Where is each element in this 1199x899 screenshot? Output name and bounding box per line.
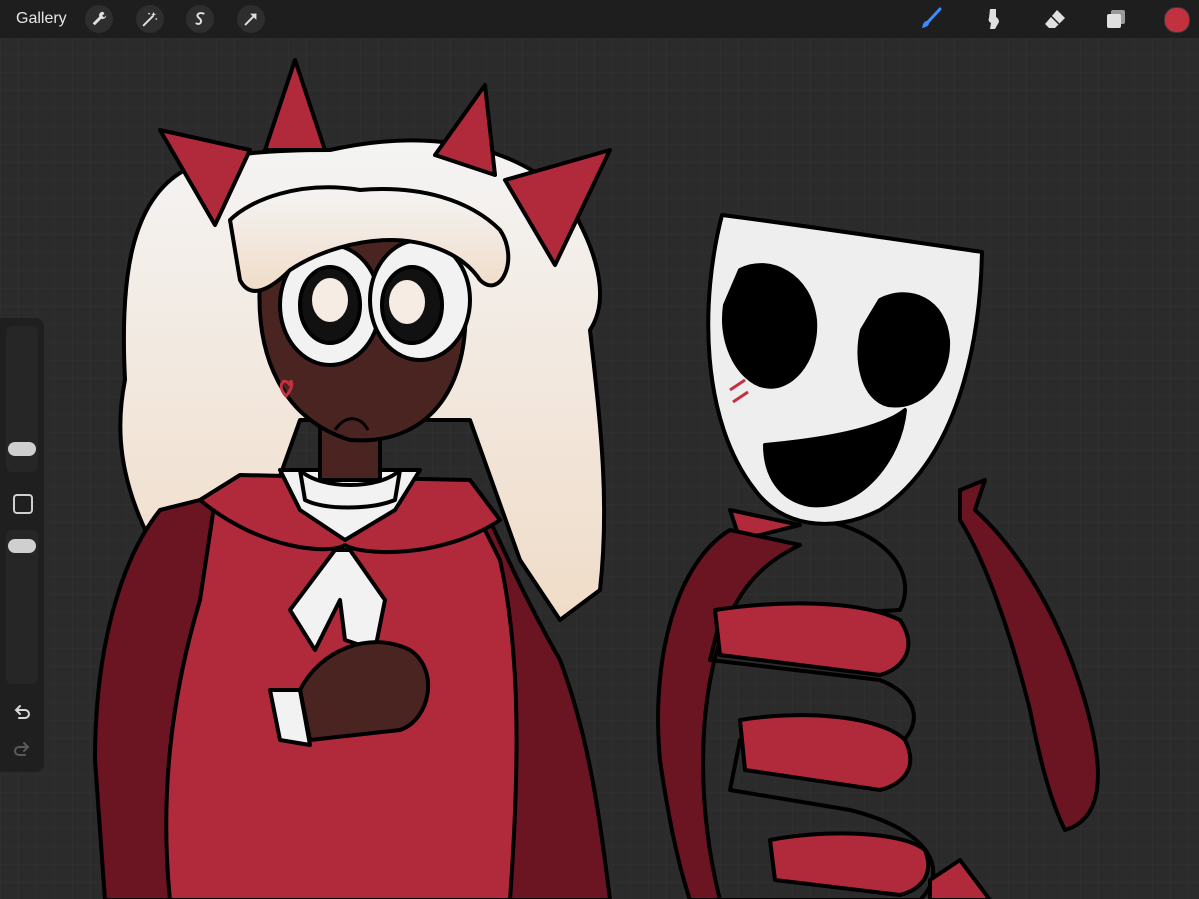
opacity-handle[interactable]: [8, 539, 36, 553]
top-toolbar: Gallery: [0, 0, 1199, 38]
gallery-button[interactable]: Gallery: [16, 10, 67, 28]
modify-button[interactable]: [13, 494, 33, 514]
color-picker-swatch[interactable]: [1164, 7, 1190, 33]
brush-size-handle[interactable]: [8, 442, 36, 456]
selection-icon[interactable]: [186, 5, 214, 33]
smudge-icon[interactable]: [980, 6, 1006, 32]
drawing-canvas[interactable]: [0, 38, 1199, 899]
girl-character: [93, 58, 612, 899]
magic-wand-icon[interactable]: [136, 5, 164, 33]
transform-arrow-icon[interactable]: [237, 5, 265, 33]
eraser-icon[interactable]: [1042, 6, 1068, 32]
redo-icon[interactable]: [11, 738, 33, 760]
opacity-slider[interactable]: [6, 530, 38, 684]
wrench-icon[interactable]: [85, 5, 113, 33]
layers-icon[interactable]: [1103, 6, 1129, 32]
brush-icon[interactable]: [918, 6, 944, 32]
undo-icon[interactable]: [11, 701, 33, 723]
